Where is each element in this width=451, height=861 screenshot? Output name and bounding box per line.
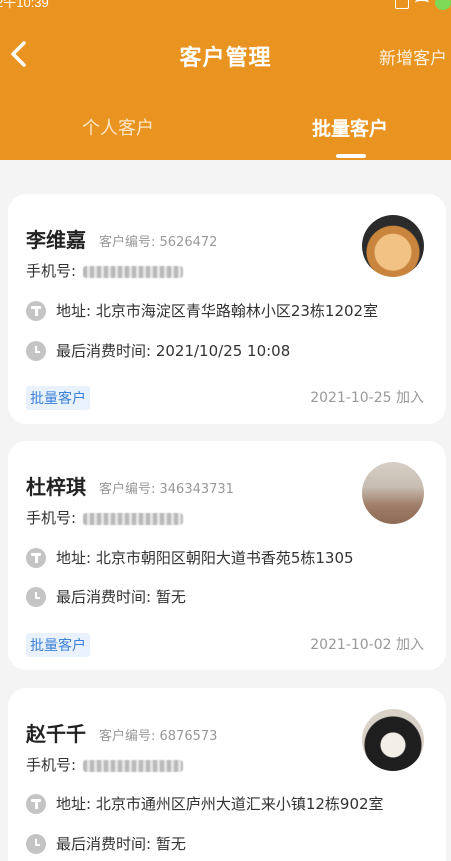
app-header: 2午10:39 客户管理 新增客户 个人客户 批量客户 [0, 0, 451, 160]
battery-icon [435, 0, 451, 10]
customer-name: 李维嘉 [26, 228, 86, 252]
tab-bar: 个人客户 批量客户 [0, 108, 451, 160]
add-customer-button[interactable]: 新增客户 [379, 44, 447, 69]
customer-address: 地址: 北京市通州区庐州大道汇来小镇12栋902室 [56, 795, 384, 813]
customer-card[interactable]: 赵千千 客户编号: 6876573 手机号: 地址: 北京市通州区庐州大道汇来小… [8, 688, 446, 861]
customer-address: 地址: 北京市海淀区青华路翰林小区23栋1202室 [56, 302, 379, 320]
location-icon [26, 793, 46, 814]
nav-bar: 客户管理 新增客户 [0, 28, 451, 80]
customer-type-badge: 批量客户 [26, 386, 90, 410]
location-icon [26, 547, 46, 568]
customer-phone: 手机号: [26, 754, 183, 775]
avatar [362, 709, 424, 771]
active-tab-indicator [336, 154, 366, 158]
customer-name: 杜梓琪 [26, 475, 86, 499]
customer-type-badge: 批量客户 [26, 633, 90, 657]
customer-last-purchase: 最后消费时间: 暂无 [56, 588, 186, 606]
status-icons [395, 0, 451, 10]
customer-card[interactable]: 李维嘉 客户编号: 5626472 手机号: 地址: 北京市海淀区青华路翰林小区… [8, 194, 446, 424]
customer-id: 客户编号: 5626472 [99, 235, 218, 250]
customer-phone: 手机号: [26, 507, 183, 528]
tab-personal-customers[interactable]: 个人客户 [48, 114, 188, 140]
address-row: 地址: 北京市海淀区青华路翰林小区23栋1202室 [26, 300, 378, 321]
customer-phone: 手机号: [26, 260, 183, 281]
phone-number-redacted [82, 512, 183, 525]
notification-icon [395, 0, 409, 9]
avatar [362, 462, 424, 524]
phone-number-redacted [82, 265, 183, 278]
joined-date: 2021-10-02 加入 [310, 637, 424, 653]
customer-address: 地址: 北京市朝阳区朝阳大道书香苑5栋1305 [56, 549, 354, 567]
customer-id: 客户编号: 6876573 [99, 729, 218, 744]
phone-number-redacted [82, 759, 183, 772]
last-purchase-row: 最后消费时间: 2021/10/25 10:08 [26, 340, 290, 361]
status-time: 2午10:39 [0, 0, 49, 10]
avatar [362, 215, 424, 277]
location-icon [26, 300, 46, 321]
address-row: 地址: 北京市通州区庐州大道汇来小镇12栋902室 [26, 793, 384, 814]
address-row: 地址: 北京市朝阳区朝阳大道书香苑5栋1305 [26, 547, 354, 568]
status-bar: 2午10:39 [0, 0, 451, 14]
wifi-icon [415, 0, 429, 8]
last-purchase-row: 最后消费时间: 暂无 [26, 833, 186, 854]
tab-batch-customers[interactable]: 批量客户 [280, 114, 420, 141]
customer-card[interactable]: 杜梓琪 客户编号: 346343731 手机号: 地址: 北京市朝阳区朝阳大道书… [8, 441, 446, 670]
phone-label: 手机号: [26, 509, 77, 527]
last-purchase-row: 最后消费时间: 暂无 [26, 586, 186, 607]
customer-name: 赵千千 [26, 722, 86, 746]
customer-id: 客户编号: 346343731 [99, 482, 234, 497]
customer-last-purchase: 最后消费时间: 暂无 [56, 835, 186, 853]
phone-label: 手机号: [26, 262, 77, 280]
phone-label: 手机号: [26, 756, 77, 774]
joined-date: 2021-10-25 加入 [310, 390, 424, 406]
clock-icon [26, 833, 46, 854]
customer-last-purchase: 最后消费时间: 2021/10/25 10:08 [56, 342, 291, 360]
clock-icon [26, 586, 46, 607]
clock-icon [26, 340, 46, 361]
